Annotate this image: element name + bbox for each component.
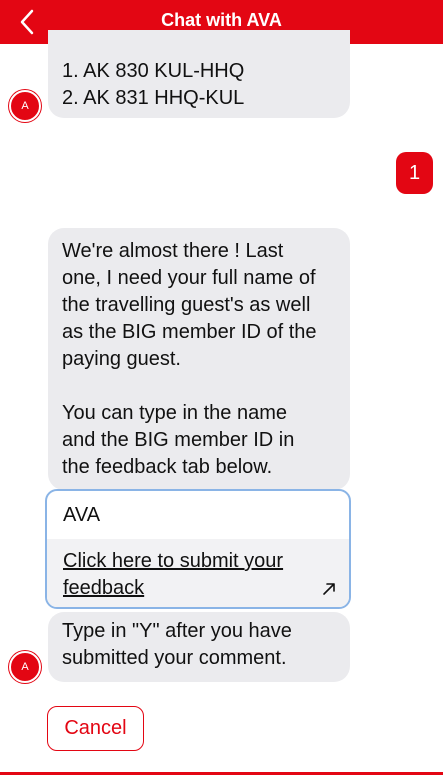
message-line: 1. AK 830 KUL-HHQ [62,60,245,82]
user-message: 1 [396,152,433,194]
link-line[interactable]: feedback [63,575,313,602]
message-line: We're almost there ! Last [62,240,284,262]
message-line: Type in "Y" after you have [62,620,292,642]
bot-message-flight-list: 1. AK 830 KUL-HHQ 2. AK 831 HHQ-KUL [48,30,350,118]
message-line: and the BIG member ID in [62,429,295,451]
message-line: paying guest. [62,348,181,370]
bot-avatar: A [9,651,41,683]
bot-message-request: We're almost there ! Last one, I need yo… [48,228,350,490]
bottom-divider [0,772,443,775]
message-line: 2. AK 831 HHQ-KUL [62,87,245,109]
message-line: one, I need your full name of [62,267,316,289]
link-line[interactable]: Click here to submit your [63,548,313,575]
submit-feedback-link[interactable]: Click here to submit your feedback [63,548,313,602]
message-line: submitted your comment. [62,647,287,669]
message-line: the feedback tab below. [62,456,273,478]
cancel-button[interactable]: Cancel [47,706,144,751]
message-line: the travelling guest's as well [62,294,311,316]
message-line: as the BIG member ID of the [62,321,317,343]
bot-avatar: A [9,90,41,122]
feedback-card: AVA Click here to submit your feedback [45,489,351,609]
external-link-icon[interactable] [321,581,337,597]
feedback-card-title: AVA [63,504,101,526]
message-line: You can type in the name [62,402,287,424]
bot-message-confirm: Type in "Y" after you have submitted you… [48,612,350,682]
feedback-link-area[interactable]: Click here to submit your feedback [47,539,349,607]
